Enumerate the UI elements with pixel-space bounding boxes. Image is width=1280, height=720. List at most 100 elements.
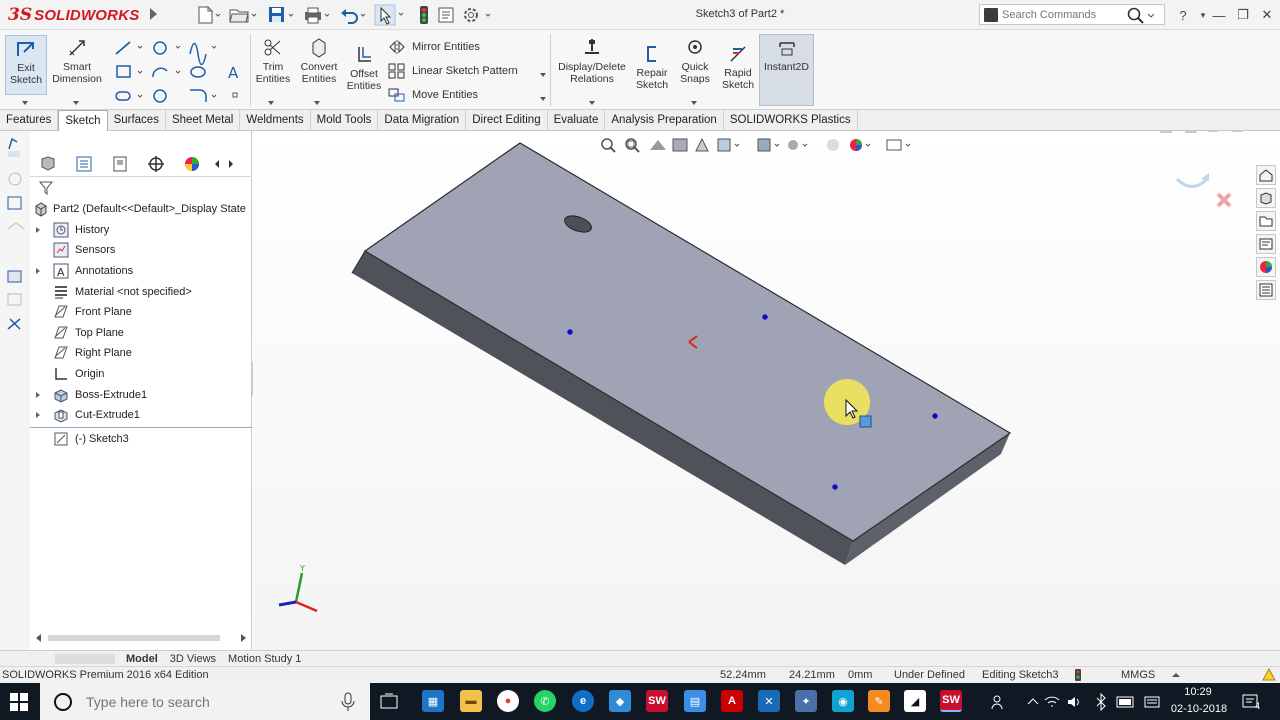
units-dropdown-icon[interactable] — [1171, 671, 1181, 679]
microphone-icon[interactable] — [340, 692, 356, 712]
tab-features[interactable]: Features — [0, 110, 59, 131]
tree-item-material[interactable]: Material <not specified> — [30, 281, 252, 302]
task-view-icon[interactable] — [380, 693, 398, 711]
notepad-app-icon[interactable]: ▤ — [684, 690, 706, 712]
tree-item-front-plane[interactable]: Front Plane — [30, 302, 252, 323]
tree-item-origin[interactable]: Origin — [30, 364, 252, 385]
search-commands-box[interactable] — [979, 4, 1165, 25]
traffic-light-button[interactable] — [416, 4, 432, 26]
options-button[interactable] — [460, 4, 494, 26]
task-pane-home[interactable] — [1256, 165, 1276, 185]
linear-pattern-dropdown[interactable] — [540, 68, 546, 80]
smart-dimension-dropdown[interactable] — [73, 96, 79, 108]
smart-dimension-button[interactable]: Smart Dimension — [50, 35, 104, 85]
tab-featuremanager[interactable] — [30, 152, 66, 176]
trim-entities-button[interactable]: Trim Entities — [254, 35, 292, 85]
task-pane-file-explorer[interactable] — [1256, 211, 1276, 231]
tree-item-history[interactable]: History — [30, 220, 252, 241]
task-pane-design-library[interactable] — [1256, 188, 1276, 208]
close-button[interactable]: ✕ — [1256, 4, 1278, 26]
task-pane-custom-properties[interactable] — [1256, 280, 1276, 300]
tree-item-right-plane[interactable]: Right Plane — [30, 343, 252, 364]
store-app-icon[interactable]: ▦ — [422, 690, 444, 712]
exit-sketch-dropdown[interactable] — [22, 96, 28, 108]
edge-app-icon[interactable]: e — [572, 690, 594, 712]
convert-entities-button[interactable]: Convert Entities — [297, 35, 341, 85]
tree-item-annotations[interactable]: A Annotations — [30, 261, 252, 282]
part-model[interactable] — [253, 131, 1280, 650]
convert-dropdown[interactable] — [314, 96, 320, 108]
save-button[interactable] — [266, 4, 296, 26]
clock-date[interactable]: 02-10-2018 — [1168, 703, 1230, 715]
tab-configurationmanager[interactable] — [102, 152, 138, 176]
bluetooth-icon[interactable] — [1094, 693, 1108, 711]
tab-solidworks-plastics[interactable]: SOLIDWORKS Plastics — [724, 110, 858, 131]
part-top-face[interactable] — [363, 142, 1012, 542]
battery-icon[interactable] — [1116, 694, 1136, 710]
tab-dimxpertmanager[interactable] — [138, 152, 174, 176]
restore-button[interactable]: ❐ — [1232, 4, 1254, 26]
tree-root-part[interactable]: Part2 (Default<<Default>_Display State — [30, 199, 252, 220]
camera-app-icon[interactable]: ◉ — [832, 690, 854, 712]
print-button[interactable] — [302, 4, 332, 26]
undo-button[interactable] — [338, 4, 368, 26]
app-icon[interactable]: ✎ — [868, 690, 890, 712]
app-icon[interactable]: ✕ — [758, 690, 780, 712]
tab-mold-tools[interactable]: Mold Tools — [311, 110, 379, 131]
tree-item-top-plane[interactable]: Top Plane — [30, 323, 252, 344]
tree-item-boss-extrude1[interactable]: Boss-Extrude1 — [30, 384, 252, 405]
solidworks-logo[interactable]: 3S SOLIDWORKS — [8, 2, 144, 28]
taskbar-search-box[interactable] — [40, 683, 370, 720]
tab-displaymanager[interactable] — [174, 152, 210, 176]
rapid-sketch-button[interactable]: Rapid Sketch — [719, 41, 757, 91]
unit-system[interactable]: MMGS — [1121, 669, 1155, 681]
solidworks-active-app-icon[interactable]: SW — [940, 690, 962, 712]
tree-item-sensors[interactable]: Sensors — [30, 240, 252, 261]
tab-sketch[interactable]: Sketch — [58, 110, 108, 131]
tab-evaluate[interactable]: Evaluate — [548, 110, 606, 131]
expand-arrow-icon[interactable] — [36, 391, 40, 398]
search-input[interactable] — [1002, 8, 1126, 21]
move-entities-dropdown[interactable] — [540, 92, 546, 104]
tree-item-cut-extrude1[interactable]: Cut-Extrude1 — [30, 405, 252, 426]
file-explorer-app-icon[interactable]: ▬ — [460, 690, 482, 712]
quick-snaps-dropdown[interactable] — [691, 96, 697, 108]
expand-arrow-icon[interactable] — [36, 412, 40, 419]
media-app-icon[interactable]: ◢ — [904, 690, 926, 712]
tab-scroll-controls[interactable] — [0, 652, 120, 666]
task-pane-appearances[interactable] — [1256, 257, 1276, 277]
tab-weldments[interactable]: Weldments — [240, 110, 311, 131]
filter-icon[interactable] — [38, 180, 54, 196]
task-pane-view-palette[interactable] — [1256, 234, 1276, 254]
people-icon[interactable] — [990, 693, 1008, 711]
display-delete-relations-button[interactable]: Display/Delete Relations — [556, 35, 628, 85]
offset-entities-button[interactable]: Offset Entities — [344, 42, 384, 92]
tab-surfaces[interactable]: Surfaces — [108, 110, 166, 131]
rebuild-status-icon[interactable] — [1072, 669, 1084, 681]
acrobat-app-icon[interactable]: A — [721, 690, 743, 712]
linear-sketch-pattern-button[interactable]: Linear Sketch Pattern — [388, 63, 518, 79]
file-properties-button[interactable] — [436, 4, 458, 26]
notification-icon[interactable] — [1262, 668, 1276, 682]
tab-analysis-preparation[interactable]: Analysis Preparation — [605, 110, 724, 131]
app-icon[interactable]: ✦ — [795, 690, 817, 712]
tab-motion-study-1[interactable]: Motion Study 1 — [222, 653, 307, 665]
help-icon[interactable]: ? — [1172, 4, 1194, 26]
move-entities-button[interactable]: Move Entities — [388, 87, 478, 103]
rollback-bar[interactable] — [30, 426, 252, 428]
search-icon[interactable] — [1126, 6, 1146, 24]
whatsapp-app-icon[interactable]: ✆ — [534, 690, 556, 712]
chrome-app-icon[interactable]: ● — [497, 690, 519, 712]
tab-model[interactable]: Model — [120, 653, 164, 665]
tab-sheet-metal[interactable]: Sheet Metal — [166, 110, 241, 131]
mirror-entities-button[interactable]: Mirror Entities — [388, 39, 480, 55]
app-icon[interactable]: ◆ — [609, 690, 631, 712]
open-button[interactable] — [228, 4, 258, 26]
quick-snaps-button[interactable]: Quick Snaps — [677, 35, 713, 85]
tab-direct-editing[interactable]: Direct Editing — [466, 110, 548, 131]
graphics-area[interactable]: Y — [253, 131, 1280, 650]
volume-icon[interactable] — [1066, 694, 1082, 710]
tab-data-migration[interactable]: Data Migration — [378, 110, 467, 131]
search-dropdown-icon[interactable] — [1146, 6, 1156, 24]
menu-expand-arrow-icon[interactable] — [150, 8, 157, 20]
